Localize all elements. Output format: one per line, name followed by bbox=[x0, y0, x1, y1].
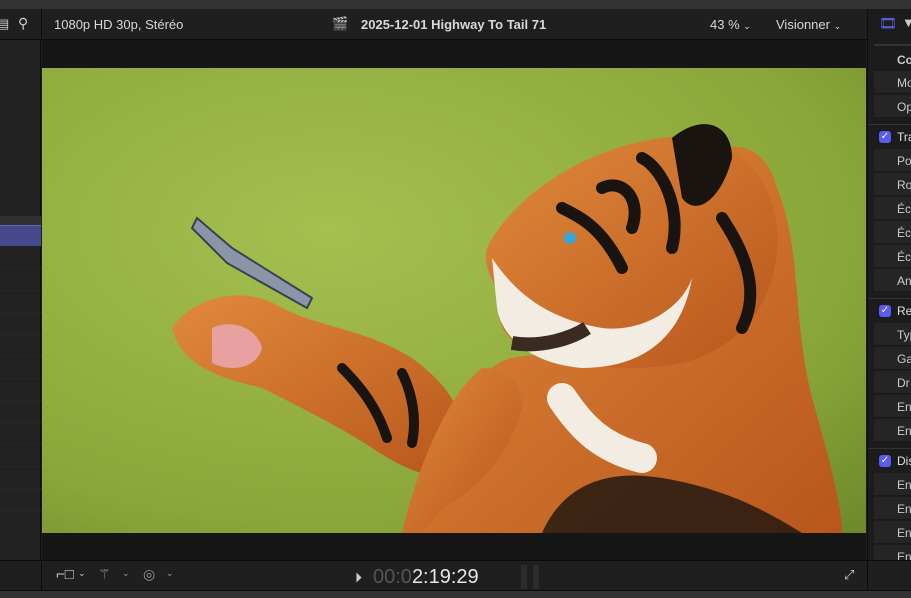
format-label: 1080p HD 30p, Stéréo bbox=[54, 17, 184, 32]
inspector-row[interactable]: Éc bbox=[874, 245, 911, 268]
inspector-row[interactable]: En bbox=[874, 395, 911, 418]
list-item[interactable] bbox=[0, 488, 41, 510]
list-item[interactable] bbox=[0, 268, 41, 290]
window-top-strip bbox=[0, 0, 911, 9]
enhance-wand-icon[interactable]: ⚚ bbox=[98, 566, 111, 583]
section-transform[interactable]: ✓ Tra bbox=[868, 124, 911, 148]
list-item[interactable] bbox=[0, 510, 41, 532]
list-item[interactable] bbox=[0, 444, 41, 466]
section-label: Dis bbox=[897, 454, 911, 468]
timecode[interactable]: 00:02:19:29 bbox=[373, 566, 479, 589]
chevron-down-icon[interactable]: ⌄ bbox=[78, 568, 86, 579]
play-icon[interactable]: ⏵ bbox=[355, 569, 362, 586]
list-item[interactable] bbox=[0, 290, 41, 312]
zoom-menu[interactable]: 43 % ⌄ bbox=[710, 17, 751, 32]
section-crop[interactable]: ✓ Re bbox=[868, 298, 911, 322]
zoom-value: 43 % bbox=[710, 17, 740, 32]
chevron-down-icon[interactable]: ⌄ bbox=[166, 568, 174, 579]
list-item[interactable] bbox=[0, 356, 41, 378]
inspector-row[interactable]: Dr bbox=[874, 371, 911, 394]
selected-clip-row[interactable] bbox=[0, 225, 41, 246]
timecode-dim: 00:0 bbox=[373, 566, 412, 588]
list-item[interactable] bbox=[0, 378, 41, 400]
fullscreen-icon[interactable]: ⤢ bbox=[844, 567, 854, 583]
inspector-row[interactable]: Éc bbox=[874, 221, 911, 244]
search-icon[interactable]: ⚲ bbox=[18, 15, 28, 32]
audio-meter-right bbox=[533, 565, 539, 589]
window-bottom-strip bbox=[0, 590, 911, 598]
inspector-row[interactable]: En bbox=[874, 521, 911, 544]
inspector-row[interactable]: Ro bbox=[874, 173, 911, 196]
browser-sidebar bbox=[0, 40, 41, 560]
video-inspector-tab-icon[interactable]: 🎞 bbox=[879, 15, 897, 32]
inspector-row[interactable]: Po bbox=[874, 149, 911, 172]
clapper-icon: 🎬 bbox=[332, 16, 349, 31]
list-item[interactable] bbox=[0, 312, 41, 334]
transform-crop-icon[interactable]: ⌐□ bbox=[56, 566, 74, 583]
filter-inspector-tab-icon[interactable]: ▼ bbox=[902, 15, 911, 30]
inspector-row[interactable]: Éc bbox=[874, 197, 911, 220]
list-item[interactable] bbox=[0, 422, 41, 444]
section-distort[interactable]: ✓ Dis bbox=[868, 448, 911, 472]
inspector-row[interactable]: Op bbox=[874, 95, 911, 118]
inspector-panel: 🎞 ▼ Co Mo Op ✓Tra Po Ro Éc Éc Éc An ✓Re … bbox=[867, 9, 911, 590]
chevron-down-icon[interactable]: ⌄ bbox=[122, 568, 130, 579]
video-frame-image bbox=[42, 68, 866, 533]
speed-retime-icon[interactable]: ◎ bbox=[143, 566, 155, 583]
view-menu-label: Visionner bbox=[776, 17, 830, 32]
section-label: Re bbox=[897, 304, 911, 318]
checkbox[interactable]: ✓ bbox=[879, 455, 891, 467]
list-item[interactable] bbox=[0, 466, 41, 488]
chevron-down-icon: ⌄ bbox=[833, 21, 842, 31]
inspector-row[interactable]: Typ bbox=[874, 323, 911, 346]
video-frame[interactable] bbox=[42, 68, 866, 533]
view-menu[interactable]: Visionner ⌄ bbox=[776, 17, 841, 32]
inspector-row[interactable]: En bbox=[874, 473, 911, 496]
timecode-value: 2:19:29 bbox=[411, 566, 479, 588]
inspector-row[interactable]: An bbox=[874, 269, 911, 292]
list-icon[interactable]: ▤ bbox=[0, 16, 9, 32]
checkbox[interactable]: ✓ bbox=[879, 305, 891, 317]
chevron-down-icon: ⌄ bbox=[743, 21, 751, 31]
inspector-row[interactable]: En bbox=[874, 497, 911, 520]
inspector-row[interactable]: Mo bbox=[874, 71, 911, 94]
list-item[interactable] bbox=[0, 400, 41, 422]
viewer[interactable] bbox=[42, 40, 866, 560]
section-label: Tra bbox=[897, 130, 911, 144]
clip-title: 2025-12-01 Highway To Tail 71 bbox=[361, 17, 547, 32]
audio-meter-left bbox=[521, 565, 527, 589]
viewer-controls: ⌐□ ⌄ ⚚ ⌄ ◎ ⌄ ⏵ 00:02:19:29 ⤢ bbox=[0, 560, 867, 591]
list-item[interactable] bbox=[0, 334, 41, 356]
inspector-row[interactable]: Ga bbox=[874, 347, 911, 370]
checkbox[interactable]: ✓ bbox=[879, 131, 891, 143]
inspector-row[interactable]: En bbox=[874, 419, 911, 442]
viewer-toolbar: ▤ ⚲ 1080p HD 30p, Stéréo 🎬 2025-12-01 Hi… bbox=[0, 9, 867, 40]
sidebar-header bbox=[0, 216, 41, 225]
inspector-row[interactable]: Co bbox=[874, 48, 911, 71]
